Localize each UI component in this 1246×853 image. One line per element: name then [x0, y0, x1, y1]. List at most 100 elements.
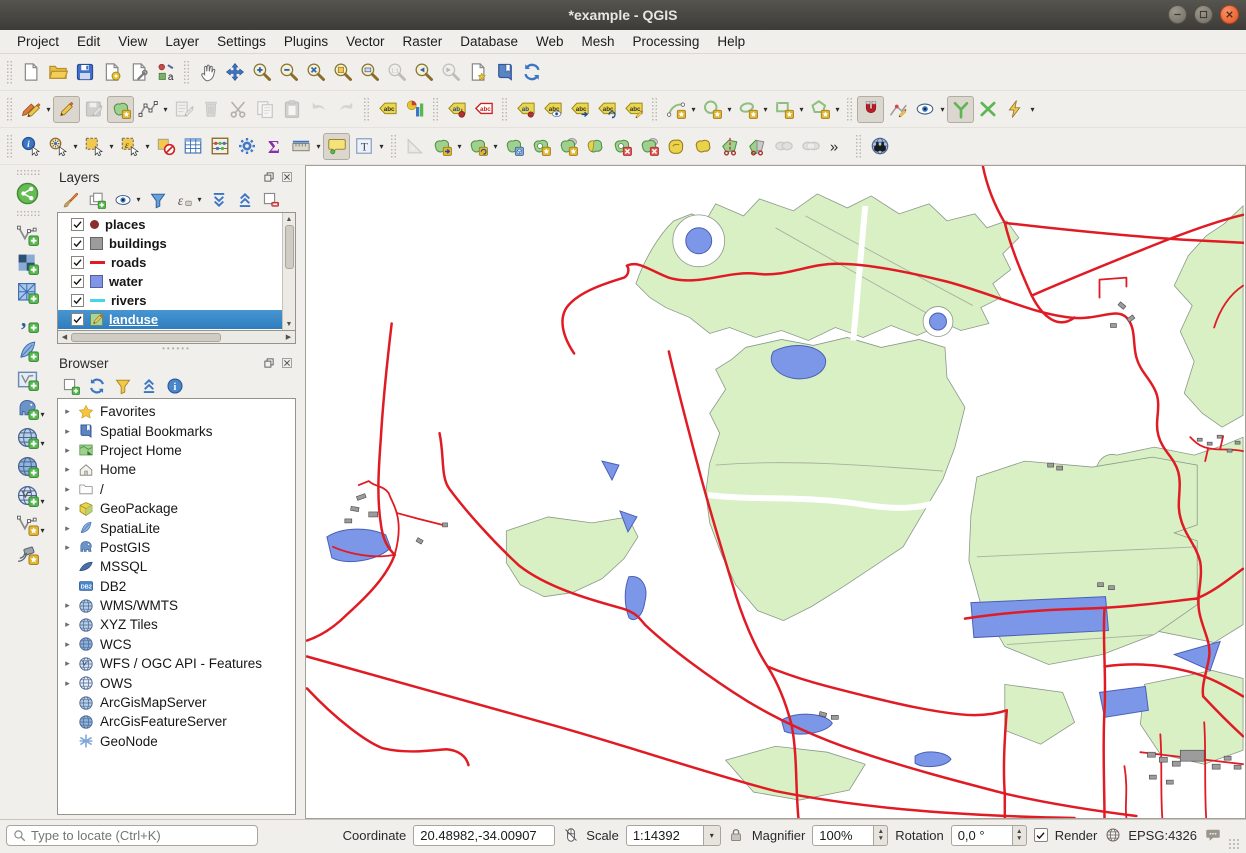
toolbar-handle[interactable]	[6, 134, 13, 158]
layer-diagram-options-button[interactable]	[401, 96, 428, 123]
rotation-input[interactable]	[951, 825, 1013, 846]
expand-caret-icon[interactable]: ▸	[62, 426, 73, 437]
scroll-up-icon[interactable]: ▲	[286, 213, 293, 225]
refresh-browser-button[interactable]	[85, 375, 108, 397]
browser-float-button[interactable]	[261, 356, 276, 371]
zoom-in-button[interactable]	[248, 59, 275, 86]
toolbar-handle[interactable]	[651, 97, 658, 121]
move-feature-button[interactable]	[428, 133, 455, 160]
expand-caret-icon[interactable]: ▸	[62, 639, 73, 650]
new-map-view-button[interactable]	[464, 59, 491, 86]
toolbar-handle[interactable]	[390, 134, 397, 158]
layer-labeling-options-button[interactable]: abc	[374, 96, 401, 123]
snap-intersections-button[interactable]	[974, 96, 1001, 123]
add-spatialite-layer-button[interactable]	[11, 336, 45, 365]
menu-database[interactable]: Database	[451, 31, 527, 52]
expand-caret-icon[interactable]: ▸	[62, 619, 73, 630]
toolbar-handle[interactable]	[6, 60, 13, 84]
layer-item-water[interactable]: water	[58, 272, 282, 291]
close-button[interactable]	[1220, 5, 1239, 24]
layer-item-rivers[interactable]: rivers	[58, 291, 282, 310]
show-map-tips-button[interactable]	[323, 133, 350, 160]
browser-item-[interactable]: ▸/	[58, 480, 295, 499]
add-wfs-layer-dropdown-caret[interactable]: ▾	[40, 497, 44, 506]
layer-item-landuse[interactable]: landuse	[58, 310, 282, 329]
metasearch-button[interactable]	[866, 133, 893, 160]
rotation-spinbox[interactable]: ▲▼	[951, 825, 1027, 846]
magnifier-spin-buttons[interactable]: ▲▼	[874, 825, 888, 846]
toolbar-handle[interactable]	[846, 97, 853, 121]
scrollbar-thumb[interactable]	[71, 333, 221, 342]
menu-edit[interactable]: Edit	[68, 31, 109, 52]
toggle-label-visibility-button[interactable]: abc	[539, 96, 566, 123]
menu-view[interactable]: View	[109, 31, 156, 52]
style-manager-button[interactable]: a	[152, 59, 179, 86]
zoom-to-selection-button[interactable]	[329, 59, 356, 86]
layers-horizontal-scrollbar[interactable]: ◀ ▶	[57, 331, 296, 344]
browser-item-geopackage[interactable]: ▸GeoPackage	[58, 499, 295, 518]
toolbar-handle[interactable]	[183, 60, 190, 84]
locator-input[interactable]	[31, 828, 251, 843]
rotate-label-button[interactable]: abc	[593, 96, 620, 123]
new-shapefile-layer-button[interactable]: ▾	[11, 510, 45, 539]
browser-item-home[interactable]: ▸Home	[58, 460, 295, 479]
enable-snapping-button[interactable]	[857, 96, 884, 123]
browser-item-project-home[interactable]: ▸Project Home	[58, 441, 295, 460]
browser-item-ows[interactable]: ▸OWS	[58, 673, 295, 692]
topological-editing-button[interactable]	[911, 96, 938, 123]
current-edits-button[interactable]	[17, 96, 44, 123]
layer-visibility-checkbox[interactable]	[71, 313, 84, 326]
magnifier-input[interactable]	[812, 825, 874, 846]
digitize-regular-polygon-dropdown-caret[interactable]: ▾	[833, 105, 842, 114]
pan-map-button[interactable]	[194, 59, 221, 86]
minimize-button[interactable]	[1168, 5, 1187, 24]
expand-all-button[interactable]	[207, 189, 230, 211]
browser-item-favorites[interactable]: ▸Favorites	[58, 402, 295, 421]
browser-item-geonode[interactable]: GeoNode	[58, 732, 295, 751]
new-print-layout-button[interactable]	[98, 59, 125, 86]
simplify-feature-button[interactable]	[500, 133, 527, 160]
scale-dropdown-button[interactable]: ▾	[704, 825, 721, 846]
text-annotation-button[interactable]: T	[350, 133, 377, 160]
filter-browser-button[interactable]	[111, 375, 134, 397]
expand-caret-icon[interactable]: ▸	[62, 464, 73, 475]
open-data-source-manager-button[interactable]	[11, 179, 45, 208]
scale-input[interactable]	[626, 825, 704, 846]
toolbar-handle[interactable]	[16, 210, 40, 217]
vertex-editor-button[interactable]	[884, 96, 911, 123]
new-shapefile-layer-dropdown-caret[interactable]: ▾	[40, 526, 44, 535]
refresh-map-button[interactable]	[518, 59, 545, 86]
menu-project[interactable]: Project	[8, 31, 68, 52]
select-features-button[interactable]	[80, 133, 107, 160]
toolbar-handle[interactable]	[855, 134, 862, 158]
browser-item-spatialite[interactable]: ▸SpatiaLite	[58, 518, 295, 537]
expand-caret-icon[interactable]: ▸	[62, 523, 73, 534]
digitize-ellipse-dropdown-caret[interactable]: ▾	[761, 105, 770, 114]
add-wcs-layer-button[interactable]	[11, 452, 45, 481]
browser-item-arcgisfeatureserver[interactable]: ArcGisFeatureServer	[58, 712, 295, 731]
select-features-dropdown-caret[interactable]: ▾	[107, 142, 116, 151]
digitize-regular-polygon-button[interactable]	[806, 96, 833, 123]
delete-part-button[interactable]	[635, 133, 662, 160]
digitize-ellipse-button[interactable]	[734, 96, 761, 123]
toolbar-overflow-button[interactable]: »	[824, 133, 851, 160]
save-project-button[interactable]	[71, 59, 98, 86]
pin-unpin-labels-button[interactable]: ab	[443, 96, 470, 123]
open-attribute-table-button[interactable]	[179, 133, 206, 160]
digitize-with-curve-button[interactable]	[662, 96, 689, 123]
add-virtual-layer-button[interactable]	[11, 365, 45, 394]
extents-toggle-button[interactable]	[562, 827, 579, 844]
pan-to-selection-button[interactable]	[221, 59, 248, 86]
menu-settings[interactable]: Settings	[208, 31, 275, 52]
filter-by-expression-dropdown-caret[interactable]: ▾	[195, 195, 204, 204]
open-project-button[interactable]	[44, 59, 71, 86]
resize-grip[interactable]	[1228, 838, 1240, 850]
add-postgis-layer-button[interactable]: ▾	[11, 394, 45, 423]
digitize-circle-button[interactable]	[698, 96, 725, 123]
move-feature-dropdown-caret[interactable]: ▾	[455, 142, 464, 151]
measure-line-button[interactable]	[287, 133, 314, 160]
scrollbar-thumb[interactable]	[285, 225, 294, 269]
expand-caret-icon[interactable]: ▸	[62, 542, 73, 553]
layers-float-button[interactable]	[261, 170, 276, 185]
menu-raster[interactable]: Raster	[393, 31, 451, 52]
